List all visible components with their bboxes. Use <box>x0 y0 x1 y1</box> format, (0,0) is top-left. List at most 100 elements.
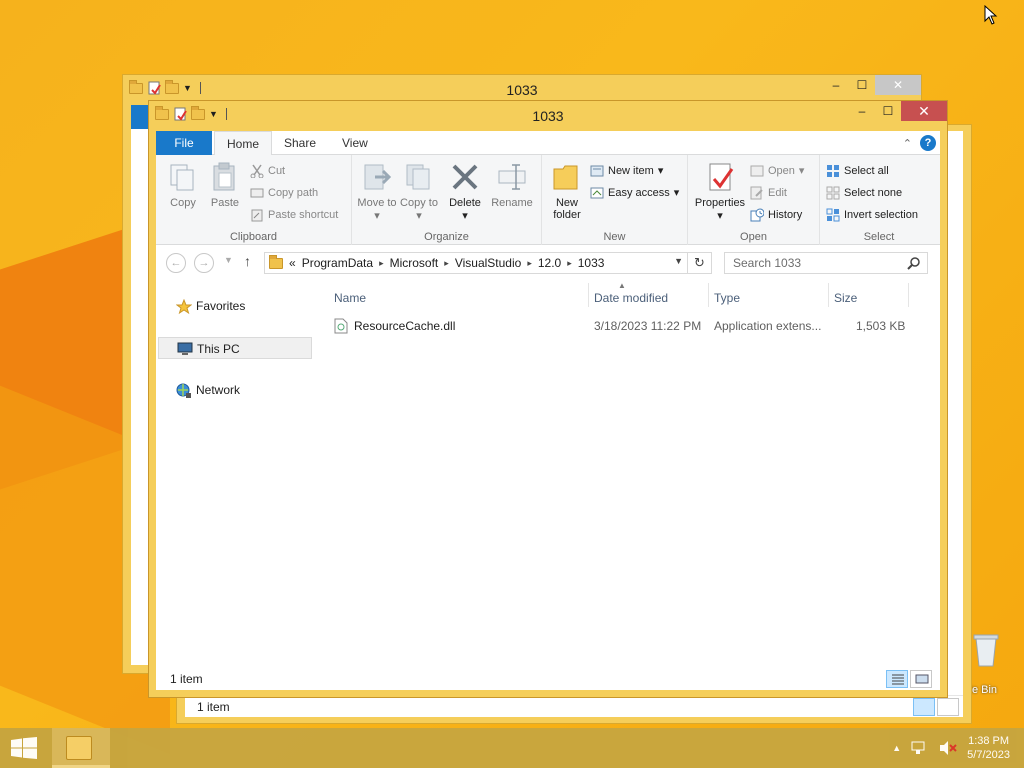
breadcrumb-item[interactable]: 1033 <box>578 256 605 270</box>
item-count: 1 item <box>197 700 230 714</box>
status-bar: 1 item <box>185 695 963 717</box>
title-bar[interactable]: ▼ 1033 – ☐ ✕ <box>149 101 947 131</box>
properties-icon <box>704 161 736 193</box>
select-group: Select all Select none Invert selection … <box>820 155 938 245</box>
up-button[interactable]: ↑ <box>244 253 251 269</box>
chevron-down-icon[interactable]: ▼ <box>674 256 683 266</box>
large-icons-view-button[interactable] <box>937 698 959 716</box>
maximize-button[interactable]: ☐ <box>875 101 901 121</box>
copy-button[interactable]: Copy <box>162 161 204 209</box>
close-button[interactable]: ✕ <box>875 75 921 95</box>
easy-access-icon <box>590 186 604 200</box>
select-none-button[interactable]: Select none <box>826 183 902 203</box>
nav-item-this-pc[interactable]: This PC <box>158 337 312 359</box>
copy-path-icon <box>250 186 264 200</box>
new-group: New folder New item ▾ Easy access ▾ New <box>542 155 688 245</box>
help-icon[interactable]: ? <box>920 135 936 151</box>
minimize-button[interactable]: – <box>823 75 849 95</box>
navigation-pane: Favorites This PC Network <box>156 283 316 668</box>
properties-button[interactable]: Properties ▾ <box>692 161 748 222</box>
breadcrumb-item[interactable]: Microsoft <box>390 256 439 270</box>
delete-button[interactable]: Delete ▾ <box>444 161 486 222</box>
system-tray: ▲ 1:38 PM 5/7/2023 <box>892 734 1010 762</box>
ribbon-tabs: File Home Share View ⌃ ? <box>156 131 940 156</box>
select-all-button[interactable]: Select all <box>826 161 889 181</box>
caption-buttons: – ☐ ✕ <box>823 75 921 95</box>
tab-home[interactable]: Home <box>214 131 273 156</box>
network-status-icon[interactable] <box>911 740 929 756</box>
recent-locations-icon[interactable]: ▼ <box>224 255 233 265</box>
paste-icon <box>209 161 241 193</box>
open-button[interactable]: Open ▾ <box>750 161 804 181</box>
group-label: Organize <box>424 231 469 243</box>
address-row: ← → ▼ ↑ « ProgramData ▸ Microsoft ▸ Visu… <box>156 245 940 281</box>
large-icons-view-icon <box>915 674 929 684</box>
nav-item-network[interactable]: Network <box>158 379 312 401</box>
close-button[interactable]: ✕ <box>901 101 947 121</box>
chevron-right-icon[interactable]: ▸ <box>527 258 532 269</box>
breadcrumb-item[interactable]: VisualStudio <box>455 256 522 270</box>
minimize-button[interactable]: – <box>849 101 875 121</box>
breadcrumb-item[interactable]: ProgramData <box>302 256 373 270</box>
window-title: 1033 <box>532 108 564 124</box>
rename-icon <box>496 161 528 193</box>
maximize-button[interactable]: ☐ <box>849 75 875 95</box>
copy-path-button[interactable]: Copy path <box>250 183 318 203</box>
details-view-button[interactable] <box>886 670 908 688</box>
delete-icon <box>449 161 481 193</box>
table-row[interactable]: ResourceCache.dll 3/18/2023 11:22 PM App… <box>328 315 908 337</box>
move-to-button[interactable]: Move to ▾ <box>356 161 398 222</box>
chevron-right-icon[interactable]: ▸ <box>379 258 384 269</box>
cut-button[interactable]: Cut <box>250 161 285 181</box>
move-to-icon <box>361 161 393 193</box>
easy-access-button[interactable]: Easy access ▾ <box>590 183 679 203</box>
organize-group: Move to ▾ Copy to ▾ Delete ▾ Rename Organ… <box>352 155 542 245</box>
group-label: Open <box>740 231 767 243</box>
refresh-button[interactable]: ↻ <box>688 252 712 274</box>
group-label: Clipboard <box>229 231 278 243</box>
back-button[interactable]: ← <box>166 253 186 273</box>
clock-date: 5/7/2023 <box>967 749 1010 761</box>
column-header-type[interactable]: Type <box>714 289 740 307</box>
paste-shortcut-icon <box>250 208 264 222</box>
column-header-size[interactable]: Size <box>834 289 857 307</box>
chevron-right-icon[interactable]: ▸ <box>444 258 449 269</box>
chevron-right-icon[interactable]: ▸ <box>567 258 572 269</box>
history-button[interactable]: History <box>750 205 802 225</box>
copy-icon <box>167 161 199 193</box>
rename-button[interactable]: Rename <box>488 161 536 209</box>
tab-share[interactable]: Share <box>272 131 328 155</box>
show-hidden-icons-icon[interactable]: ▲ <box>892 743 901 753</box>
search-input[interactable]: Search 1033 <box>724 252 928 274</box>
details-view-button[interactable] <box>913 698 935 716</box>
clock[interactable]: 1:38 PM 5/7/2023 <box>967 734 1010 762</box>
speaker-muted-icon[interactable] <box>939 740 957 756</box>
status-bar: 1 item <box>156 668 940 690</box>
clock-time: 1:38 PM <box>968 735 1010 747</box>
address-bar[interactable]: « ProgramData ▸ Microsoft ▸ VisualStudio… <box>264 252 688 274</box>
breadcrumb-item[interactable]: 12.0 <box>538 256 561 270</box>
select-all-icon <box>826 164 840 178</box>
recycle-bin-icon[interactable] <box>966 630 1006 670</box>
column-header-date-modified[interactable]: Date modified <box>594 289 668 307</box>
forward-button[interactable]: → <box>194 253 214 273</box>
column-header-name[interactable]: Name <box>334 289 366 307</box>
tab-view[interactable]: View <box>330 131 380 155</box>
windows-start-icon[interactable] <box>10 737 38 759</box>
paste-shortcut-button[interactable]: Paste shortcut <box>250 205 338 225</box>
large-icons-view-button[interactable] <box>910 670 932 688</box>
new-folder-button[interactable]: New folder <box>546 161 588 221</box>
copy-to-button[interactable]: Copy to ▾ <box>398 161 440 222</box>
nav-item-favorites[interactable]: Favorites <box>158 295 312 317</box>
search-icon[interactable] <box>907 256 921 270</box>
new-item-button[interactable]: New item ▾ <box>590 161 663 181</box>
explorer-window[interactable]: ▼ 1033 – ☐ ✕ File Home Share View ⌃ ? Co… <box>148 100 948 698</box>
breadcrumb-overflow[interactable]: « <box>289 256 296 270</box>
tab-file[interactable]: File <box>156 131 212 155</box>
edit-button[interactable]: Edit <box>750 183 787 203</box>
open-icon <box>750 164 764 178</box>
minimize-ribbon-icon[interactable]: ⌃ <box>903 137 912 150</box>
invert-selection-button[interactable]: Invert selection <box>826 205 918 225</box>
taskbar-file-explorer[interactable] <box>52 728 110 768</box>
paste-button[interactable]: Paste <box>204 161 246 209</box>
